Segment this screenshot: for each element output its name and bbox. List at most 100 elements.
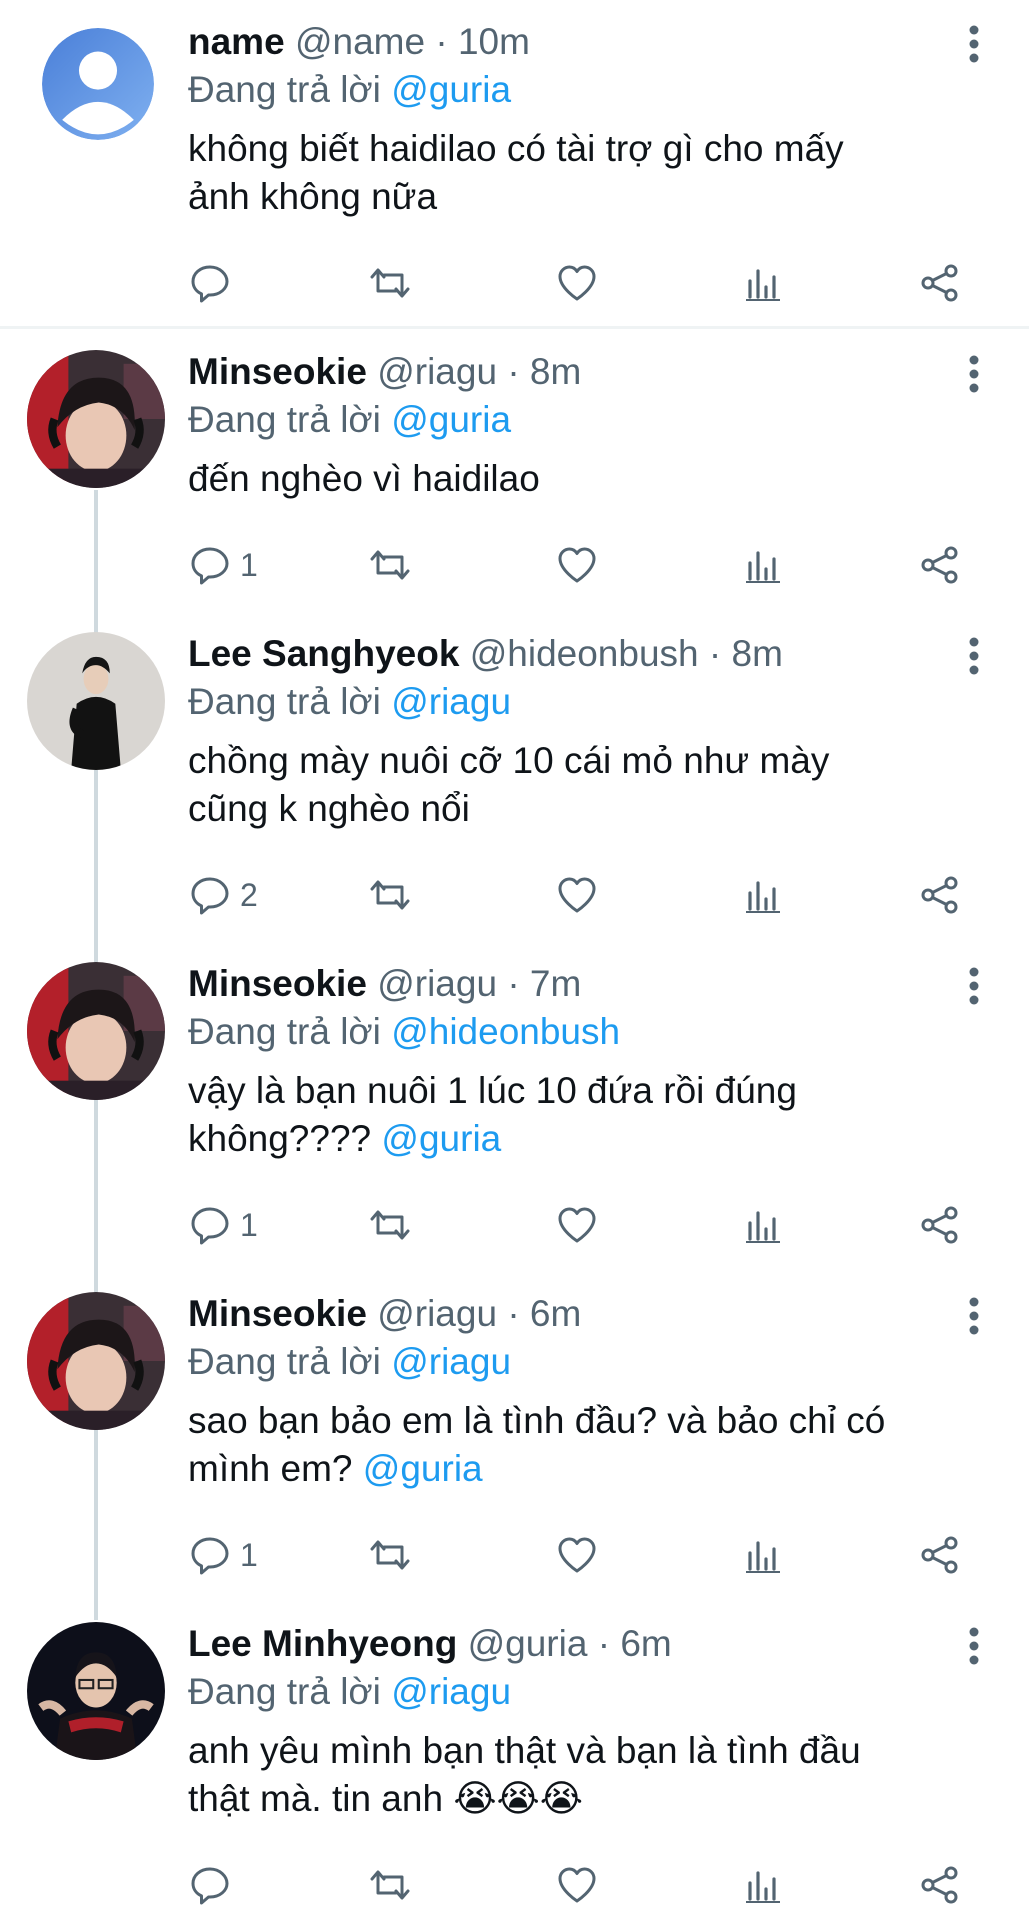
user-handle[interactable]: @riagu — [377, 351, 497, 392]
retweet-icon — [370, 1540, 410, 1570]
more-vertical-icon — [969, 1627, 979, 1665]
tweet-header: name @name · 10m — [188, 20, 959, 64]
tweet-text-content: đến nghèo vì haidilao — [188, 458, 540, 499]
replying-to-label: Đang trả lời — [188, 399, 381, 440]
inline-mention[interactable]: @guria — [381, 1118, 501, 1159]
views-button[interactable] — [741, 870, 785, 920]
like-button[interactable] — [555, 540, 599, 590]
sanghyeok-avatar[interactable] — [27, 632, 165, 770]
more-options-button[interactable] — [959, 1294, 989, 1338]
separator-dot: · — [435, 21, 448, 62]
minhyeong-avatar[interactable] — [27, 1622, 165, 1760]
more-vertical-icon — [969, 967, 979, 1005]
share-button[interactable] — [918, 540, 962, 590]
timestamp[interactable]: 7m — [530, 963, 581, 1004]
like-button[interactable] — [555, 870, 599, 920]
user-handle[interactable]: @hideonbush — [470, 633, 699, 674]
share-button[interactable] — [918, 870, 962, 920]
timestamp[interactable]: 6m — [530, 1293, 581, 1334]
tweet-text: anh yêu mình bạn thật và bạn là tình đầu… — [188, 1727, 959, 1823]
views-button[interactable] — [741, 1200, 785, 1250]
user-handle[interactable]: @riagu — [377, 963, 497, 1004]
timestamp[interactable]: 10m — [458, 21, 530, 62]
timestamp[interactable]: 8m — [732, 633, 783, 674]
display-name[interactable]: Minseokie — [188, 1293, 367, 1334]
minseokie-avatar[interactable] — [27, 350, 165, 488]
tweet-text: sao bạn bảo em là tình đầu? và bảo chỉ c… — [188, 1397, 959, 1493]
user-handle[interactable]: @name — [295, 21, 425, 62]
share-icon — [921, 1206, 958, 1244]
display-name[interactable]: Minseokie — [188, 351, 367, 392]
display-name[interactable]: Lee Minhyeong — [188, 1623, 457, 1664]
retweet-button[interactable] — [368, 1860, 412, 1910]
heart-icon — [558, 1537, 596, 1573]
minseokie-avatar[interactable] — [27, 1292, 165, 1430]
replying-to-mention[interactable]: @riagu — [391, 1341, 511, 1382]
more-vertical-icon — [969, 637, 979, 675]
reply-button[interactable] — [188, 258, 240, 308]
replying-to-mention[interactable]: @riagu — [391, 1671, 511, 1712]
reply-button[interactable]: 2 — [188, 870, 258, 920]
retweet-button[interactable] — [368, 540, 412, 590]
separator-dot: · — [507, 351, 520, 392]
display-name[interactable]: Lee Sanghyeok — [188, 633, 459, 674]
retweet-button[interactable] — [368, 1530, 412, 1580]
more-vertical-icon — [969, 355, 979, 393]
replying-to: Đang trả lời @riagu — [188, 679, 959, 725]
separator-dot: · — [507, 1293, 520, 1334]
retweet-button[interactable] — [368, 1200, 412, 1250]
views-button[interactable] — [741, 1530, 785, 1580]
inline-mention[interactable]: @guria — [363, 1448, 483, 1489]
replying-to-mention[interactable]: @guria — [391, 69, 511, 110]
views-button[interactable] — [741, 540, 785, 590]
retweet-button[interactable] — [368, 870, 412, 920]
tweet-text-content: anh yêu mình bạn thật và bạn là tình đầu… — [188, 1730, 861, 1819]
display-name[interactable]: Minseokie — [188, 963, 367, 1004]
default-avatar[interactable] — [42, 28, 154, 140]
like-button[interactable] — [555, 1200, 599, 1250]
reply-button[interactable]: 1 — [188, 540, 258, 590]
more-options-button[interactable] — [959, 964, 989, 1008]
reply-button[interactable]: 1 — [188, 1200, 258, 1250]
profile-photo — [27, 1622, 165, 1760]
more-options-button[interactable] — [959, 352, 989, 396]
views-button[interactable] — [741, 1860, 785, 1910]
bar-chart-icon — [746, 269, 780, 301]
timestamp[interactable]: 6m — [620, 1623, 671, 1664]
tweet-text: chồng mày nuôi cỡ 10 cái mỏ như mày cũng… — [188, 737, 959, 833]
reply-count: 1 — [240, 1206, 258, 1243]
user-handle[interactable]: @guria — [468, 1623, 588, 1664]
share-button[interactable] — [918, 1860, 962, 1910]
more-options-button[interactable] — [959, 22, 989, 66]
share-button[interactable] — [918, 1530, 962, 1580]
more-options-button[interactable] — [959, 1624, 989, 1668]
replying-to-label: Đang trả lời — [188, 1011, 381, 1052]
tweet-header: Lee Sanghyeok @hideonbush · 8m — [188, 632, 959, 676]
share-button[interactable] — [918, 1200, 962, 1250]
replying-to-mention[interactable]: @hideonbush — [391, 1011, 620, 1052]
share-icon — [921, 264, 958, 302]
reply-button[interactable]: 1 — [188, 1530, 258, 1580]
reply-icon — [191, 1867, 229, 1905]
replying-to-mention[interactable]: @guria — [391, 399, 511, 440]
reply-count: 1 — [240, 546, 258, 583]
share-button[interactable] — [918, 258, 962, 308]
user-handle[interactable]: @riagu — [377, 1293, 497, 1334]
replying-to-mention[interactable]: @riagu — [391, 681, 511, 722]
user-icon — [42, 28, 154, 140]
minseokie-avatar[interactable] — [27, 962, 165, 1100]
display-name[interactable]: name — [188, 21, 285, 62]
profile-photo — [27, 632, 165, 770]
reply-button[interactable] — [188, 1860, 240, 1910]
more-options-button[interactable] — [959, 634, 989, 678]
like-button[interactable] — [555, 258, 599, 308]
reply-icon — [191, 547, 229, 585]
timestamp[interactable]: 8m — [530, 351, 581, 392]
like-button[interactable] — [555, 1530, 599, 1580]
replying-to-label: Đang trả lời — [188, 69, 381, 110]
like-button[interactable] — [555, 1860, 599, 1910]
retweet-button[interactable] — [368, 258, 412, 308]
heart-icon — [558, 1207, 596, 1243]
reply-count: 1 — [240, 1536, 258, 1573]
views-button[interactable] — [741, 258, 785, 308]
